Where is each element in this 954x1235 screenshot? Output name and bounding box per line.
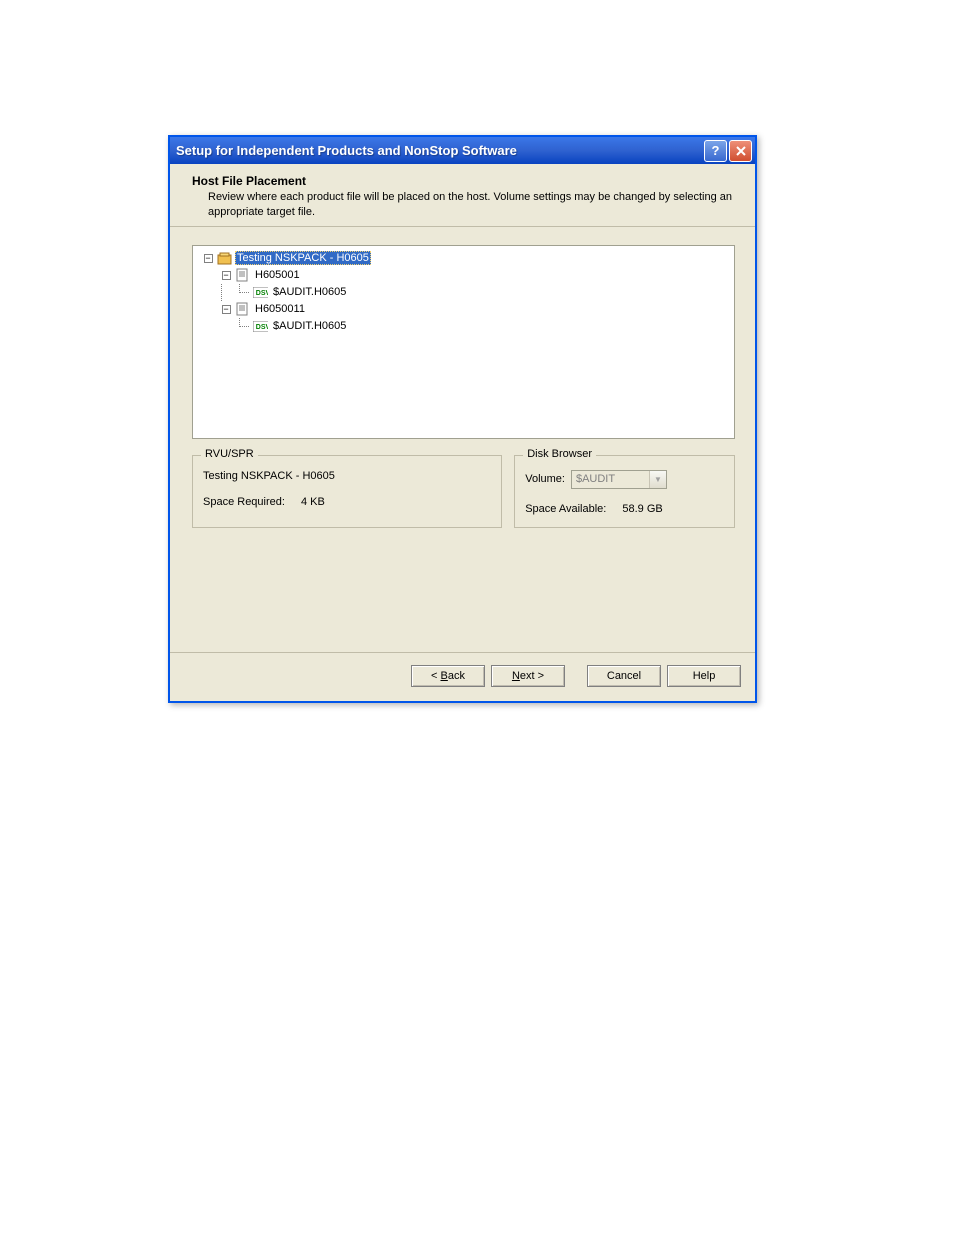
space-available-value: 58.9 GB: [622, 503, 662, 515]
tree-node[interactable]: DSV $AUDIT.H0605: [199, 318, 728, 335]
volume-label: Volume:: [525, 473, 565, 485]
volume-select-value: $AUDIT: [572, 473, 649, 485]
button-bar: < Back Next > Cancel Help: [170, 652, 755, 701]
help-button[interactable]: Help: [667, 665, 741, 687]
tree-node[interactable]: − H605001: [199, 267, 728, 284]
rvu-spr-legend: RVU/SPR: [201, 448, 258, 460]
tree-label[interactable]: $AUDIT.H0605: [271, 285, 348, 299]
expander-icon[interactable]: −: [204, 254, 213, 263]
space-available-label: Space Available:: [525, 503, 606, 515]
wizard-header: Host File Placement Review where each pr…: [170, 164, 755, 227]
dsv-icon: DSV: [253, 285, 268, 299]
wizard-dialog: Setup for Independent Products and NonSt…: [168, 135, 757, 703]
page-description: Review where each product file will be p…: [208, 190, 733, 220]
volume-select[interactable]: $AUDIT ▼: [571, 470, 667, 489]
titlebar: Setup for Independent Products and NonSt…: [170, 137, 755, 164]
package-icon: [217, 251, 232, 265]
expander-icon[interactable]: −: [222, 305, 231, 314]
tree-node-root[interactable]: − Testing NSKPACK - H0605: [199, 250, 728, 267]
page-title: Host File Placement: [192, 174, 733, 188]
tree-label[interactable]: H605001: [253, 268, 302, 282]
rvu-spr-panel: RVU/SPR Testing NSKPACK - H0605 Space Re…: [192, 455, 502, 528]
file-tree[interactable]: − Testing NSKPACK - H0605 − H605001: [192, 245, 735, 439]
titlebar-help-button[interactable]: ?: [704, 140, 727, 162]
cancel-button[interactable]: Cancel: [587, 665, 661, 687]
file-icon: [235, 302, 250, 316]
svg-text:DSV: DSV: [256, 324, 268, 331]
space-required-value: 4 KB: [301, 496, 325, 508]
back-button[interactable]: < Back: [411, 665, 485, 687]
rvu-spr-name: Testing NSKPACK - H0605: [203, 470, 335, 482]
tree-label[interactable]: H6050011: [253, 302, 307, 316]
tree-node[interactable]: DSV $AUDIT.H0605: [199, 284, 728, 301]
expander-icon[interactable]: −: [222, 271, 231, 280]
tree-node[interactable]: − H6050011: [199, 301, 728, 318]
tree-label[interactable]: Testing NSKPACK - H0605: [235, 251, 371, 265]
svg-text:DSV: DSV: [256, 290, 268, 297]
titlebar-close-button[interactable]: [729, 140, 752, 162]
chevron-down-icon: ▼: [649, 471, 666, 488]
dsv-icon: DSV: [253, 319, 268, 333]
next-button[interactable]: Next >: [491, 665, 565, 687]
close-icon: [736, 146, 746, 156]
file-icon: [235, 268, 250, 282]
dialog-title: Setup for Independent Products and NonSt…: [176, 143, 704, 158]
space-required-label: Space Required:: [203, 496, 285, 508]
tree-label[interactable]: $AUDIT.H0605: [271, 319, 348, 333]
disk-browser-panel: Disk Browser Volume: $AUDIT ▼ Space Avai…: [514, 455, 735, 528]
disk-browser-legend: Disk Browser: [523, 448, 596, 460]
